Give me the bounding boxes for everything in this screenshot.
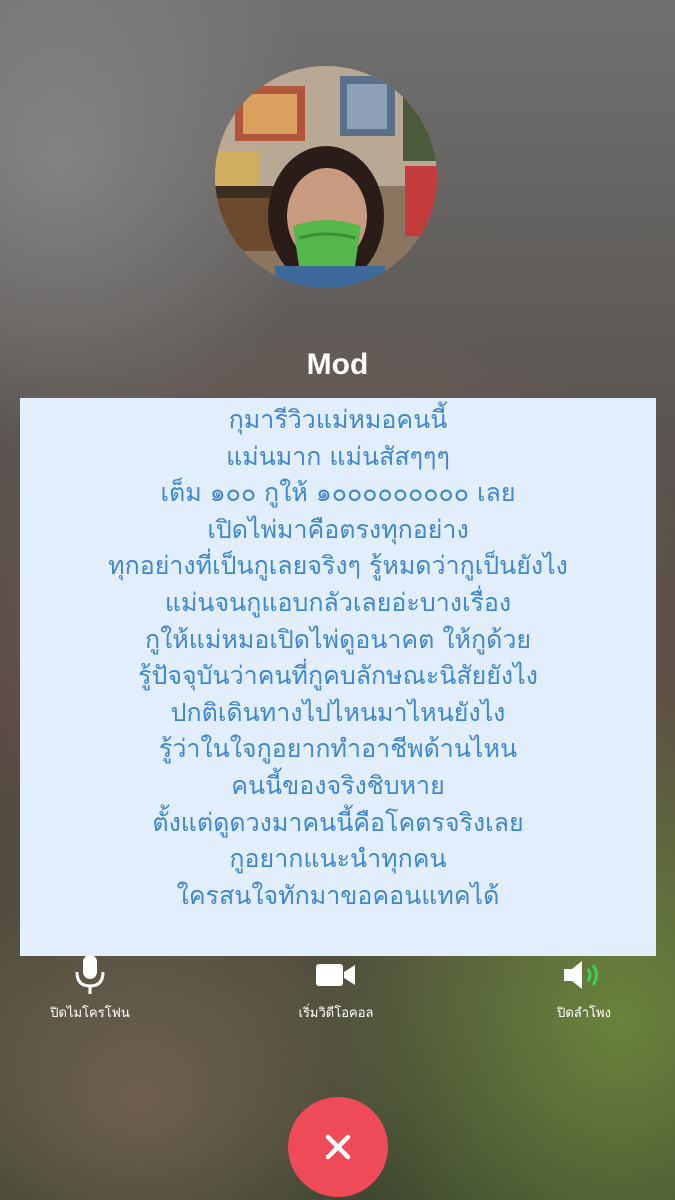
caller-avatar bbox=[215, 66, 437, 288]
message-card: กุมารีวิวแม่หมอคนนี้ แม่นมาก แม่นสัสๆๆๆ … bbox=[20, 398, 656, 956]
mute-microphone-label: ปิดไมโครโฟน bbox=[50, 1006, 130, 1021]
speaker-button[interactable]: ปิดลำโพง bbox=[494, 955, 674, 1023]
message-line: เปิดไพ่มาคือตรงทุกอย่าง bbox=[207, 514, 469, 544]
message-line: ปกติเดินทางไปไหนมาไหนยังไง bbox=[170, 697, 506, 727]
start-video-call-label: เริ่มวิดีโอคอล bbox=[298, 1006, 374, 1021]
speaker-icon bbox=[494, 955, 674, 995]
message-line: แม่นมาก แม่นสัสๆๆๆ bbox=[226, 441, 450, 471]
end-call-button[interactable] bbox=[288, 1097, 388, 1197]
video-camera-icon bbox=[246, 955, 426, 995]
message-line: กูให้แม่หมอเปิดไพ่ดูอนาคต ให้กูด้วย bbox=[144, 624, 532, 654]
message-line: กูอยากแนะนำทุกคน bbox=[229, 844, 447, 874]
caller-name: Mod bbox=[306, 348, 369, 381]
message-line: เต็ม ๑๐๐ กูให้ ๑๐๐๐๐๐๐๐๐๐ เลย bbox=[160, 478, 516, 508]
microphone-icon bbox=[0, 955, 180, 995]
profile-photo bbox=[215, 66, 437, 288]
message-line: แม่นจนกูแอบกลัวเลยอ่ะบางเรื่อง bbox=[164, 587, 512, 617]
message-line: รู้ว่าในใจกูอยากทำอาชีพด้านไหน bbox=[158, 734, 518, 764]
speaker-label: ปิดลำโพง bbox=[557, 1006, 611, 1021]
message-line: ตั้งแต่ดูดวงมาคนนี้คือโคตรจริงเลย bbox=[152, 807, 524, 837]
message-line: คนนี้ของจริงชิบหาย bbox=[231, 770, 445, 800]
mute-microphone-button[interactable]: ปิดไมโครโฟน bbox=[0, 955, 180, 1023]
start-video-call-button[interactable]: เริ่มวิดีโอคอล bbox=[246, 955, 426, 1023]
close-icon bbox=[325, 1134, 351, 1160]
message-line: กุมารีวิวแม่หมอคนนี้ bbox=[228, 405, 448, 434]
message-line: ทุกอย่างที่เป็นกูเลยจริงๆ รู้หมดว่ากูเป็… bbox=[108, 551, 568, 581]
message-line: ใครสนใจทักมาขอคอนแทคได้ bbox=[176, 880, 500, 910]
message-line: รู้ปัจจุบันว่าคนที่กูคบลักษณะนิสัยยังไง bbox=[138, 661, 538, 691]
